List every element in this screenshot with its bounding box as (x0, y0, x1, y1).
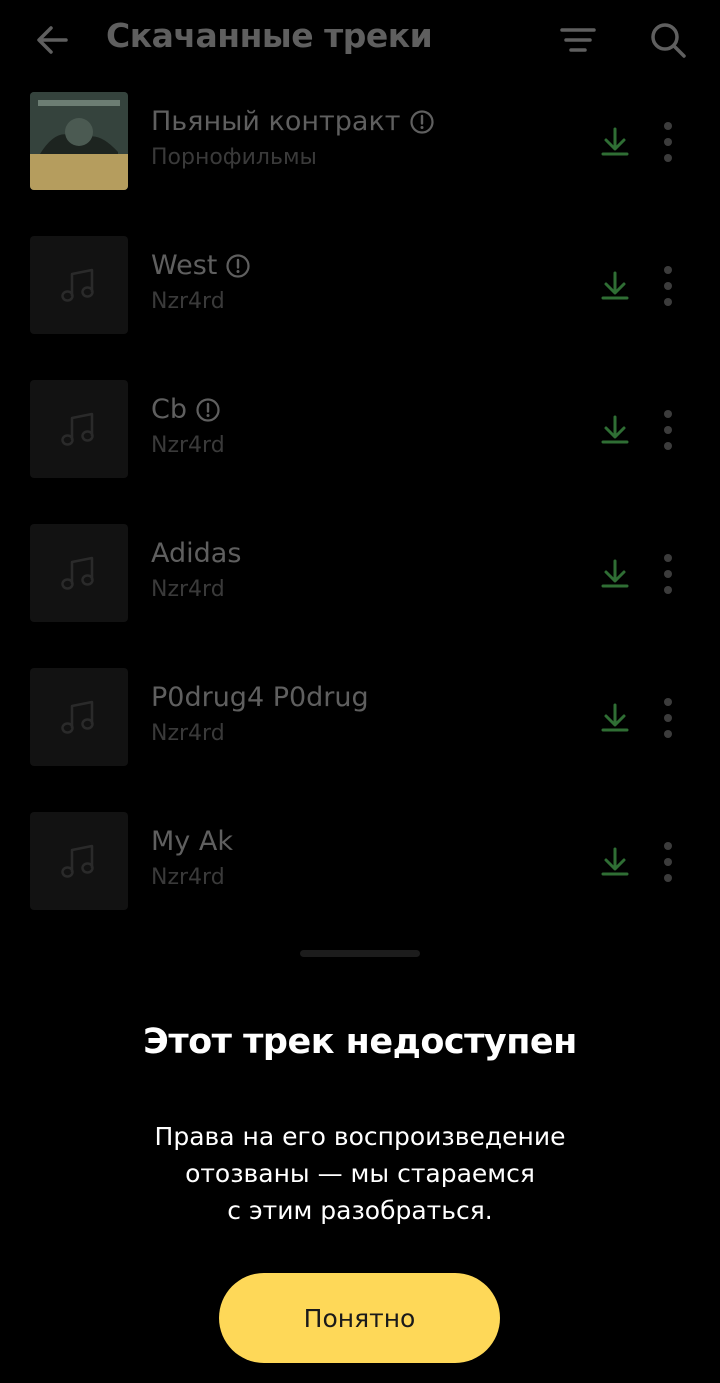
warning-icon (226, 253, 250, 278)
track-title-text: West (151, 250, 218, 281)
track-row[interactable]: Adidas Nzr4rd (0, 524, 720, 624)
warning-icon (409, 109, 434, 134)
sheet-drag-handle[interactable] (300, 950, 420, 957)
downloaded-icon (601, 703, 629, 732)
downloaded-icon (601, 415, 629, 444)
music-note-icon (61, 844, 94, 878)
music-note-icon (61, 556, 94, 590)
track-title-text: Adidas (151, 538, 242, 569)
top-bar: Скачанные треки (0, 0, 720, 84)
track-row[interactable]: P0drug4 P0drug Nzr4rd (0, 668, 720, 768)
downloaded-icon (601, 559, 629, 588)
track-row[interactable]: My Ak Nzr4rd (0, 812, 720, 912)
downloaded-tracks-screen: Скачанные треки Пьяный контракт Порнофиль… (0, 0, 720, 1383)
more-icon (664, 698, 672, 738)
ok-button[interactable]: Понятно (219, 1273, 500, 1363)
warning-icon (196, 397, 220, 422)
download-status (598, 124, 632, 158)
track-title: West (151, 250, 251, 281)
track-row[interactable]: West Nzr4rd (0, 236, 720, 336)
track-title-text: Пьяный контракт (151, 106, 401, 137)
track-title: P0drug4 P0drug (151, 682, 369, 713)
downloaded-icon (601, 127, 629, 156)
track-title: Пьяный контракт (151, 106, 435, 137)
more-icon (664, 410, 672, 450)
track-title-text: P0drug4 P0drug (151, 682, 369, 713)
search-button[interactable] (642, 14, 694, 66)
track-title: My Ak (151, 826, 233, 857)
track-cover (30, 236, 128, 334)
track-cover (30, 524, 128, 622)
track-title-text: Cb (151, 394, 187, 425)
track-title: Cb (151, 394, 221, 425)
download-status (598, 844, 632, 878)
sort-icon (560, 28, 596, 52)
track-artist: Nzr4rd (151, 865, 225, 890)
track-title: Adidas (151, 538, 241, 569)
more-icon (664, 122, 672, 162)
track-title-text: My Ak (151, 826, 233, 857)
more-button[interactable] (652, 834, 684, 890)
sort-button[interactable] (552, 14, 604, 66)
track-cover (30, 668, 128, 766)
track-artist: Порнофильмы (151, 145, 317, 170)
track-artist: Nzr4rd (151, 433, 225, 458)
more-button[interactable] (652, 546, 684, 602)
download-status (598, 412, 632, 446)
more-button[interactable] (652, 258, 684, 314)
downloaded-icon (601, 847, 629, 876)
more-button[interactable] (652, 690, 684, 746)
track-cover (30, 92, 128, 190)
track-row[interactable]: Пьяный контракт Порнофильмы (0, 92, 720, 192)
track-row[interactable]: Cb Nzr4rd (0, 380, 720, 480)
track-cover (30, 380, 128, 478)
music-note-icon (61, 412, 94, 446)
sheet-message: Права на его воспроизведение отозваны — … (154, 1122, 566, 1225)
search-icon (651, 23, 686, 58)
track-cover (30, 812, 128, 910)
back-button[interactable] (26, 14, 78, 66)
download-status (598, 268, 632, 302)
music-note-icon (61, 268, 94, 302)
sheet-title: Этот трек недоступен (143, 1022, 577, 1062)
more-icon (664, 842, 672, 882)
more-button[interactable] (652, 402, 684, 458)
album-art (30, 92, 128, 190)
page-title: Скачанные треки (106, 16, 433, 55)
arrow-left-icon (37, 26, 68, 54)
more-icon (664, 554, 672, 594)
music-note-icon (61, 700, 94, 734)
track-artist: Nzr4rd (151, 289, 225, 314)
more-icon (664, 266, 672, 306)
download-status (598, 700, 632, 734)
download-status (598, 556, 632, 590)
more-button[interactable] (652, 114, 684, 170)
track-artist: Nzr4rd (151, 721, 225, 746)
downloaded-icon (601, 271, 629, 300)
track-artist: Nzr4rd (151, 577, 225, 602)
